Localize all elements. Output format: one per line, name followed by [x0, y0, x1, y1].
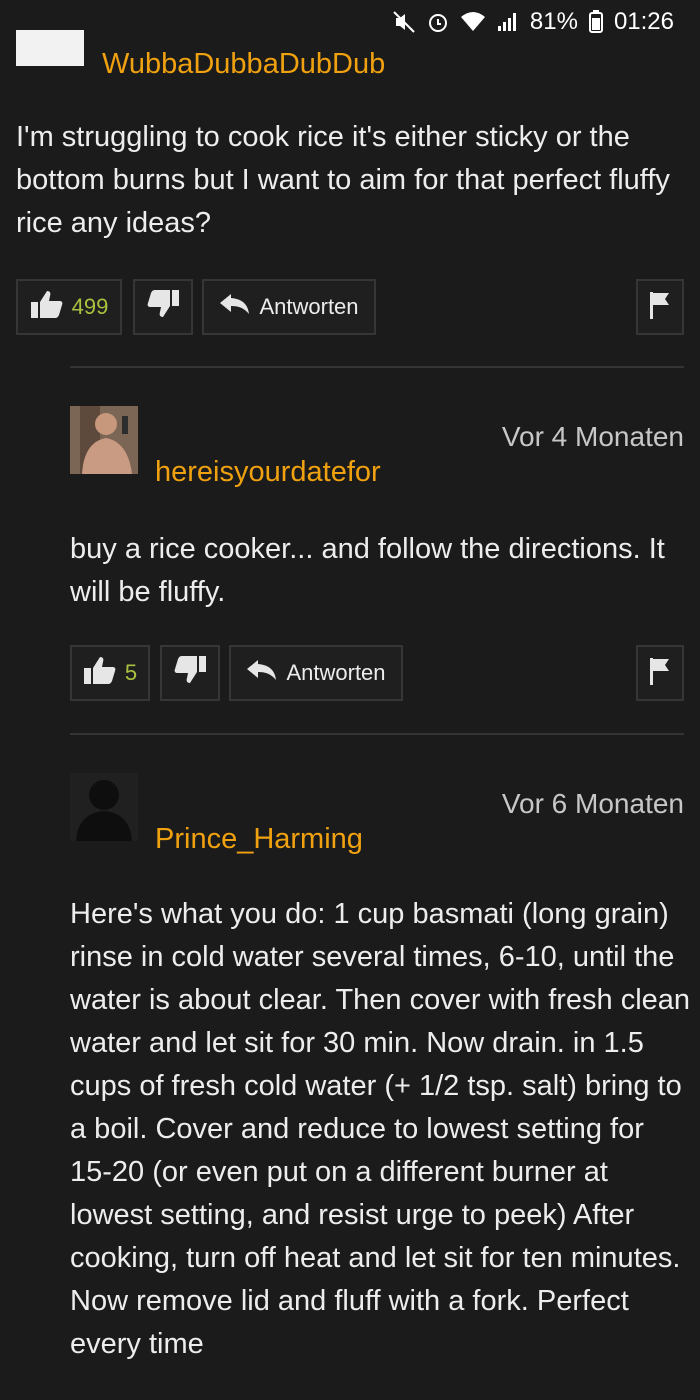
- reply-icon: [219, 293, 251, 321]
- dislike-button[interactable]: [133, 279, 193, 335]
- status-time: 01:26: [613, 8, 674, 35]
- flag-icon: [648, 656, 672, 691]
- battery-percent: 81%: [529, 8, 578, 35]
- comment-text: Here's what you do: 1 cup basmati (long …: [70, 898, 691, 1360]
- reply-button[interactable]: Antworten: [202, 279, 376, 335]
- thumbs-up-icon: [30, 289, 64, 325]
- divider: [70, 733, 684, 735]
- comment-text: buy a rice cooker... and follow the dire…: [70, 533, 665, 608]
- avatar[interactable]: [70, 406, 138, 474]
- mute-icon: [392, 10, 416, 34]
- reply-icon: [246, 659, 278, 687]
- comment-username[interactable]: WubbaDubbaDubDub: [102, 48, 385, 81]
- report-button[interactable]: [636, 645, 684, 701]
- report-button[interactable]: [636, 279, 684, 335]
- comment-text: I'm struggling to cook rice it's either …: [16, 121, 670, 239]
- comment-username[interactable]: Prince_Harming: [155, 823, 363, 856]
- avatar[interactable]: [70, 773, 138, 841]
- reply-button[interactable]: Antworten: [229, 645, 403, 701]
- dislike-button[interactable]: [160, 645, 220, 701]
- like-button[interactable]: 499: [16, 279, 122, 335]
- thumbs-down-icon: [146, 289, 180, 325]
- like-count: 5: [124, 660, 138, 685]
- signal-icon: [496, 11, 520, 33]
- flag-icon: [648, 290, 672, 325]
- like-count: 499: [71, 294, 109, 319]
- avatar[interactable]: [16, 30, 84, 66]
- battery-icon: [588, 10, 604, 34]
- reply-label: Antworten: [286, 660, 386, 685]
- divider: [70, 366, 684, 368]
- wifi-icon: [460, 11, 486, 33]
- thumbs-up-icon: [83, 655, 117, 691]
- reply-label: Antworten: [259, 294, 359, 319]
- comment-username[interactable]: hereisyourdatefor: [155, 456, 381, 489]
- thumbs-down-icon: [173, 655, 207, 691]
- alarm-icon: [426, 10, 450, 34]
- comment-time: Vor 4 Monaten: [501, 421, 684, 452]
- comment-time: Vor 6 Monaten: [501, 788, 684, 819]
- like-button[interactable]: 5: [70, 645, 150, 701]
- status-bar: 81% 01:26: [0, 0, 700, 46]
